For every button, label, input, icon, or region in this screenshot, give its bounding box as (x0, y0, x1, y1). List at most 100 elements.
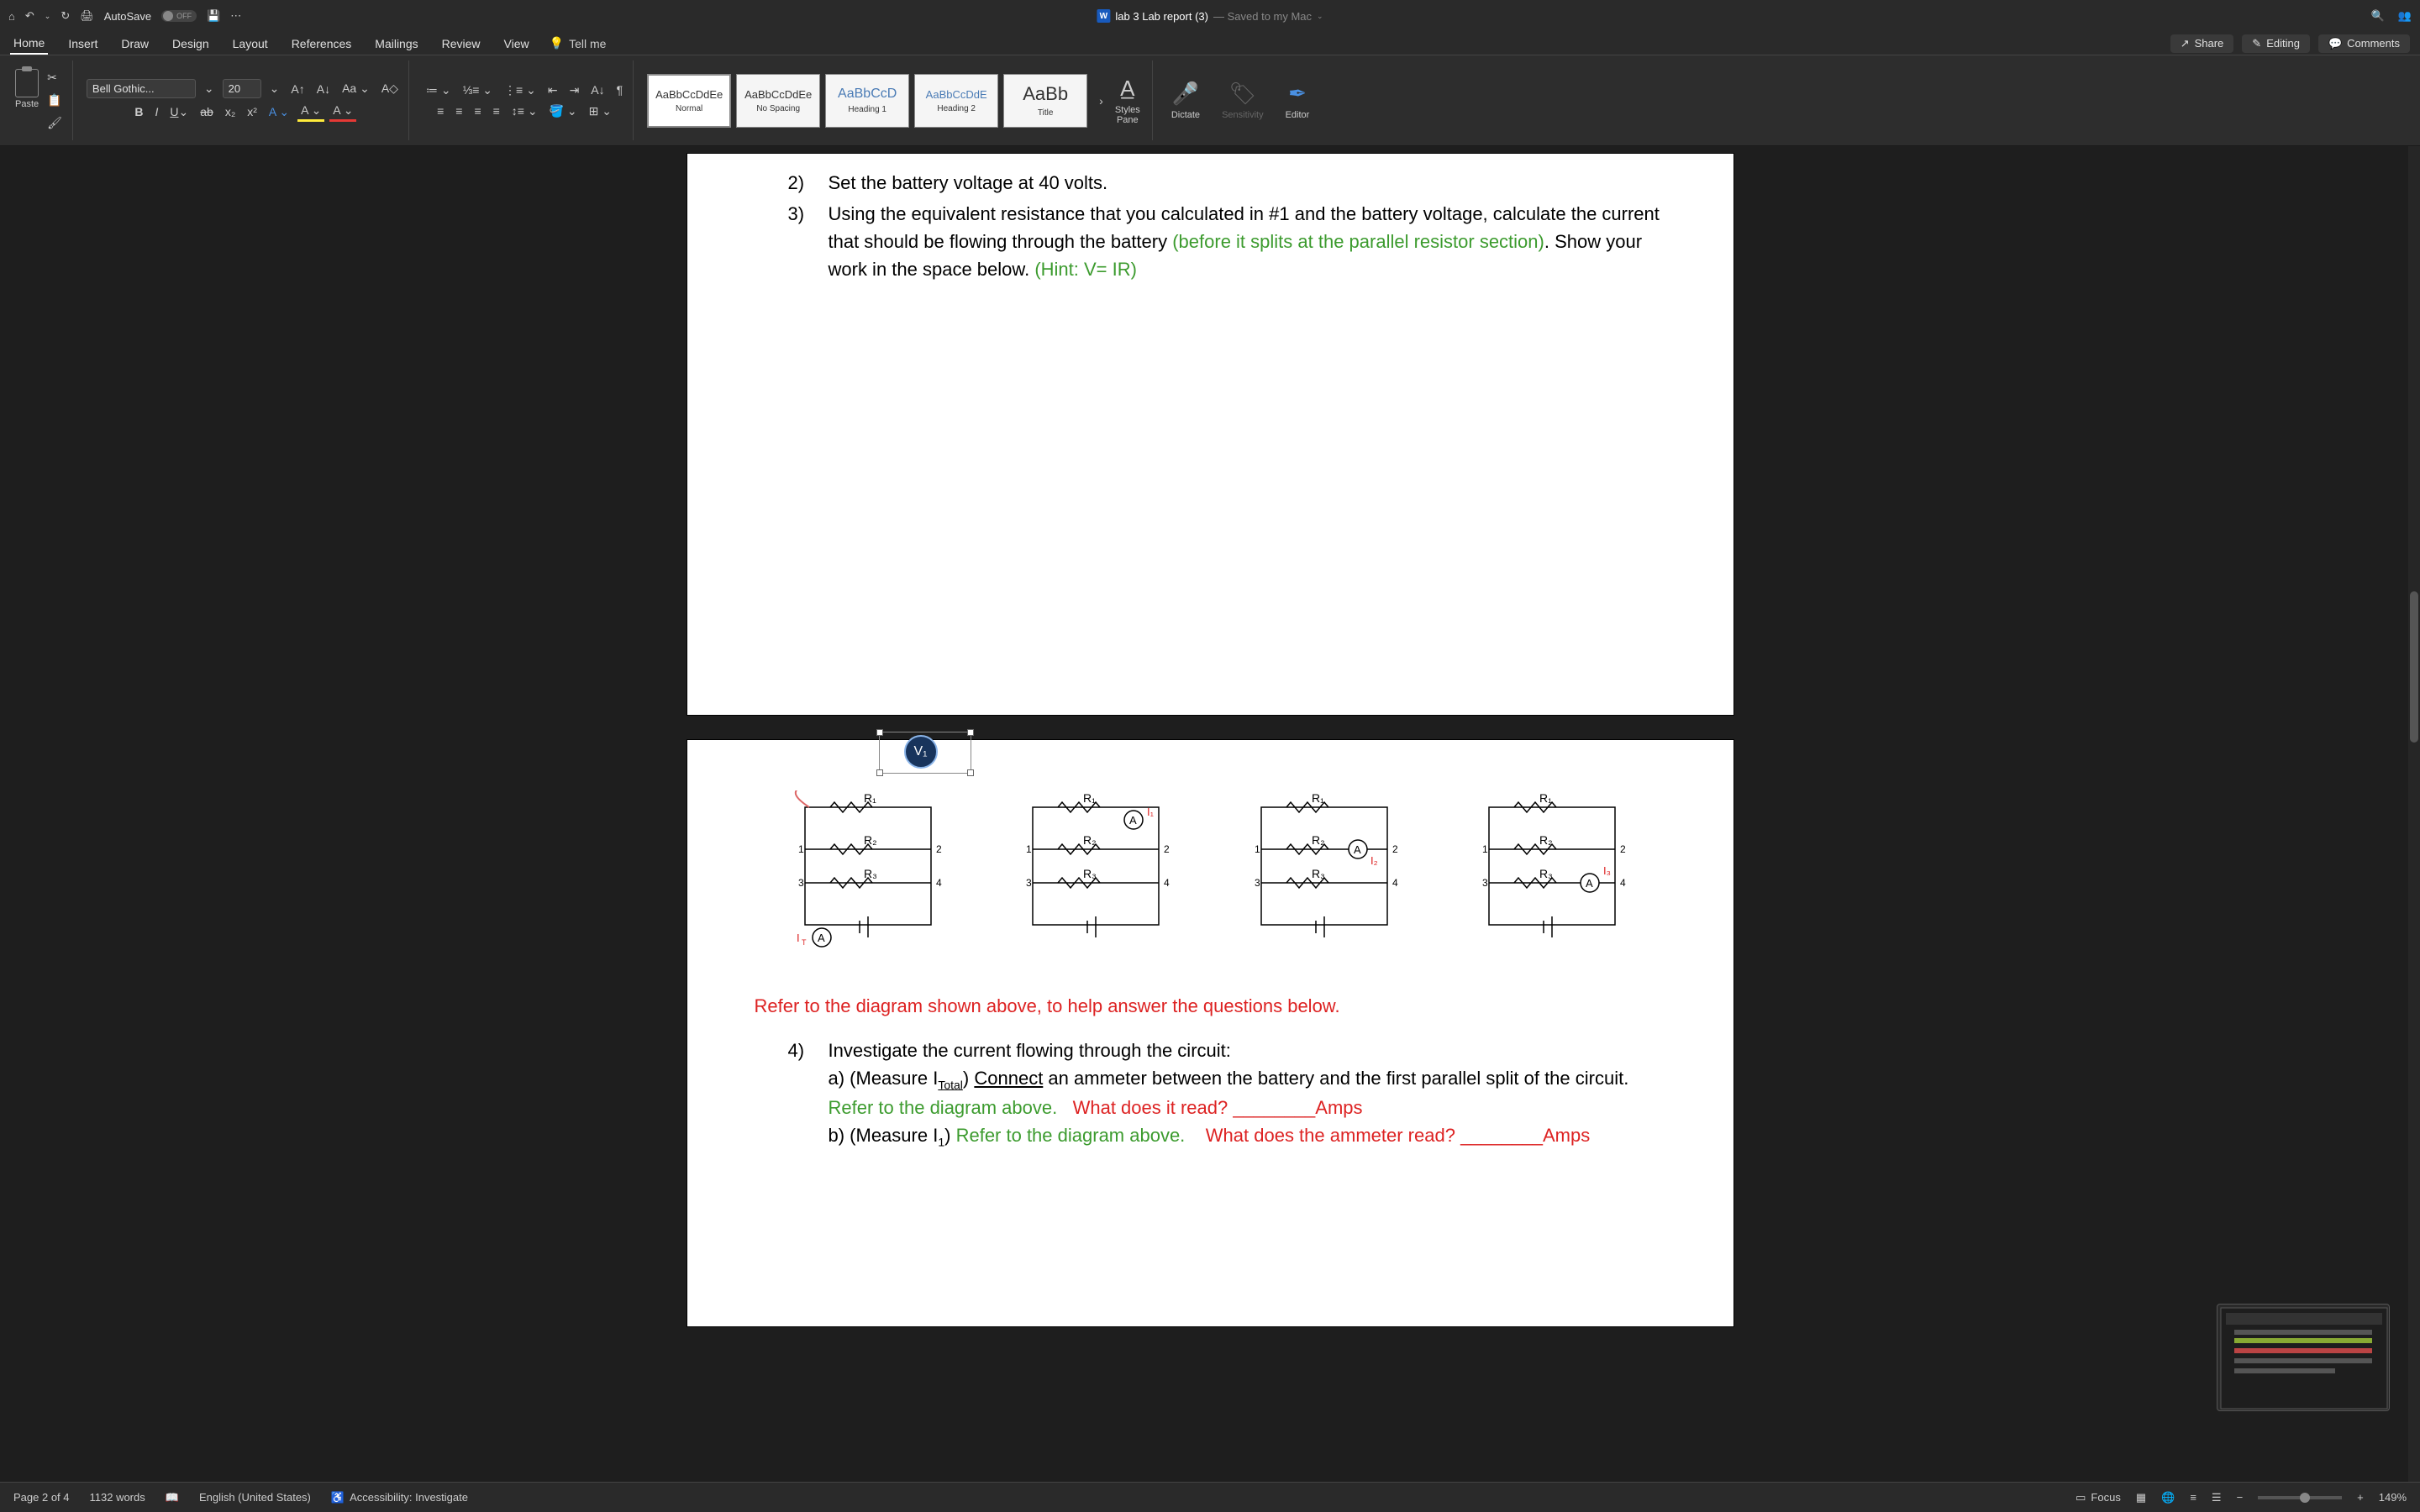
svg-text:1: 1 (1255, 843, 1260, 855)
svg-text:R₃: R₃ (1312, 867, 1325, 880)
focus-button[interactable]: ▭ Focus (2075, 1491, 2121, 1504)
zoom-slider[interactable] (2258, 1496, 2342, 1499)
style-title[interactable]: AaBb Title (1003, 74, 1087, 128)
print-icon[interactable]: 🖨 (80, 9, 94, 23)
share-button[interactable]: ↗ Share (2170, 34, 2234, 53)
align-center-icon[interactable]: ≡ (452, 102, 466, 119)
tab-mailings[interactable]: Mailings (371, 34, 421, 54)
borders-icon[interactable]: ⊞ ⌄ (586, 102, 615, 120)
style-no-spacing[interactable]: AaBbCcDdEe No Spacing (736, 74, 820, 128)
cut-icon[interactable]: ✂ (44, 69, 66, 87)
highlight-icon[interactable]: A ⌄ (297, 102, 324, 122)
tab-home[interactable]: Home (10, 33, 48, 55)
voltmeter-object[interactable]: V₁ (904, 735, 938, 769)
increase-indent-icon[interactable]: ⇥ (566, 81, 583, 99)
style-heading1[interactable]: AaBbCcD Heading 1 (825, 74, 909, 128)
vertical-scrollbar[interactable] (2408, 146, 2420, 1482)
tab-references[interactable]: References (288, 34, 355, 54)
tab-view[interactable]: View (501, 34, 533, 54)
font-name-select[interactable] (87, 79, 196, 98)
sensitivity-icon: 🏷 (1228, 81, 1256, 107)
align-right-icon[interactable]: ≡ (471, 102, 484, 119)
size-dropdown[interactable]: ⌄ (266, 80, 283, 97)
tab-design[interactable]: Design (169, 34, 213, 54)
editor-button[interactable]: ✒ Editor (1281, 81, 1315, 120)
tab-draw[interactable]: Draw (118, 34, 152, 54)
language-indicator[interactable]: English (United States) (199, 1491, 311, 1504)
comments-button[interactable]: 💬 Comments (2318, 34, 2410, 53)
decrease-indent-icon[interactable]: ⇤ (544, 81, 561, 99)
change-case-icon[interactable]: Aa ⌄ (339, 80, 373, 97)
font-color-icon[interactable]: A ⌄ (329, 102, 356, 122)
undo-dropdown[interactable]: ⌄ (45, 12, 51, 21)
bullets-icon[interactable]: ≔ ⌄ (423, 81, 455, 99)
web-layout-view-icon[interactable]: 🌐 (2161, 1491, 2175, 1504)
align-left-icon[interactable]: ≡ (434, 102, 447, 119)
more-icon[interactable]: ⋯ (230, 9, 241, 23)
outline-view-icon[interactable]: ≡ (2190, 1491, 2196, 1504)
clear-format-icon[interactable]: A◇ (378, 80, 402, 97)
justify-icon[interactable]: ≡ (490, 102, 503, 119)
font-dropdown[interactable]: ⌄ (201, 80, 218, 97)
ribbon-tabs: Home Insert Draw Design Layout Reference… (0, 32, 2420, 55)
draft-view-icon[interactable]: ☰ (2212, 1491, 2222, 1504)
zoom-out-button[interactable]: − (2237, 1491, 2244, 1504)
undo-icon[interactable]: ↶ (25, 9, 34, 23)
copy-icon[interactable]: 📋 (44, 92, 66, 109)
scrollbar-thumb[interactable] (2410, 591, 2418, 743)
format-painter-icon[interactable]: 🖌 (44, 114, 66, 132)
font-size-select[interactable] (223, 79, 261, 98)
accessibility-indicator[interactable]: ♿ Accessibility: Investigate (331, 1491, 468, 1504)
subscript-button[interactable]: x₂ (222, 103, 239, 120)
zoom-level[interactable]: 149% (2379, 1491, 2407, 1504)
print-layout-view-icon[interactable]: ▦ (2136, 1491, 2146, 1504)
show-marks-icon[interactable]: ¶ (613, 81, 627, 98)
shrink-font-icon[interactable]: A↓ (313, 81, 334, 97)
page-1[interactable]: 2) Set the battery voltage at 40 volts. … (687, 153, 1734, 716)
group-voice: 🎤 Dictate 🏷 Sensitivity ✒ Editor (1160, 60, 1322, 140)
dictate-button[interactable]: 🎤 Dictate (1166, 81, 1205, 120)
text-effects-icon[interactable]: A ⌄ (266, 103, 292, 121)
search-icon[interactable]: 🔍 (2371, 9, 2385, 23)
line-spacing-icon[interactable]: ↕≡ ⌄ (508, 102, 541, 120)
italic-button[interactable]: I (151, 103, 161, 120)
tab-layout[interactable]: Layout (229, 34, 271, 54)
word-count[interactable]: 1132 words (90, 1491, 145, 1504)
bold-button[interactable]: B (131, 103, 146, 120)
shading-icon[interactable]: 🪣 ⌄ (546, 102, 581, 120)
style-heading2[interactable]: AaBbCcDdE Heading 2 (914, 74, 998, 128)
editing-button[interactable]: ✎ Editing (2242, 34, 2310, 53)
zoom-in-button[interactable]: + (2357, 1491, 2364, 1504)
paste-button[interactable]: Paste (15, 69, 39, 132)
navigation-thumbnail[interactable] (2217, 1304, 2390, 1411)
page-2[interactable]: V₁ R₁ R₂ 1 2 R₃ (687, 739, 1734, 1327)
item-3-text: Using the equivalent resistance that you… (829, 200, 1666, 283)
spelling-icon[interactable]: 📖 (166, 1491, 179, 1504)
numbering-icon[interactable]: ⅓≡ ⌄ (460, 81, 496, 99)
multilevel-icon[interactable]: ⋮≡ ⌄ (501, 81, 539, 99)
redo-icon[interactable]: ↻ (60, 9, 70, 23)
svg-text:4: 4 (1392, 877, 1398, 889)
save-icon[interactable]: 💾 (207, 9, 220, 23)
tab-review[interactable]: Review (439, 34, 484, 54)
zoom-slider-thumb[interactable] (2300, 1493, 2310, 1503)
style-normal[interactable]: AaBbCcDdEe Normal (647, 74, 731, 128)
grow-font-icon[interactable]: A↑ (287, 81, 308, 97)
superscript-button[interactable]: x² (244, 103, 260, 120)
tab-insert[interactable]: Insert (65, 34, 101, 54)
sort-icon[interactable]: A↓ (587, 81, 608, 98)
sensitivity-button[interactable]: 🏷 Sensitivity (1217, 81, 1269, 120)
styles-pane-button[interactable]: A̲ Styles Pane (1110, 76, 1145, 125)
underline-button[interactable]: U ⌄ (166, 103, 192, 121)
styles-more[interactable]: › (1096, 92, 1107, 109)
home-icon[interactable]: ⌂ (8, 10, 15, 23)
circuit-diagram[interactable]: V₁ R₁ R₂ 1 2 R₃ (755, 774, 1666, 975)
document-area[interactable]: 2) Set the battery voltage at 40 volts. … (0, 146, 2420, 1482)
user-icon[interactable]: 👥 (2398, 9, 2412, 23)
page-indicator[interactable]: Page 2 of 4 (13, 1491, 70, 1504)
strikethrough-button[interactable]: ab (197, 103, 217, 120)
autosave-toggle[interactable]: OFF (161, 10, 197, 22)
tell-me[interactable]: 💡 Tell me (550, 36, 607, 50)
svg-text:2: 2 (936, 843, 942, 855)
title-dropdown[interactable]: ⌄ (1317, 12, 1323, 21)
